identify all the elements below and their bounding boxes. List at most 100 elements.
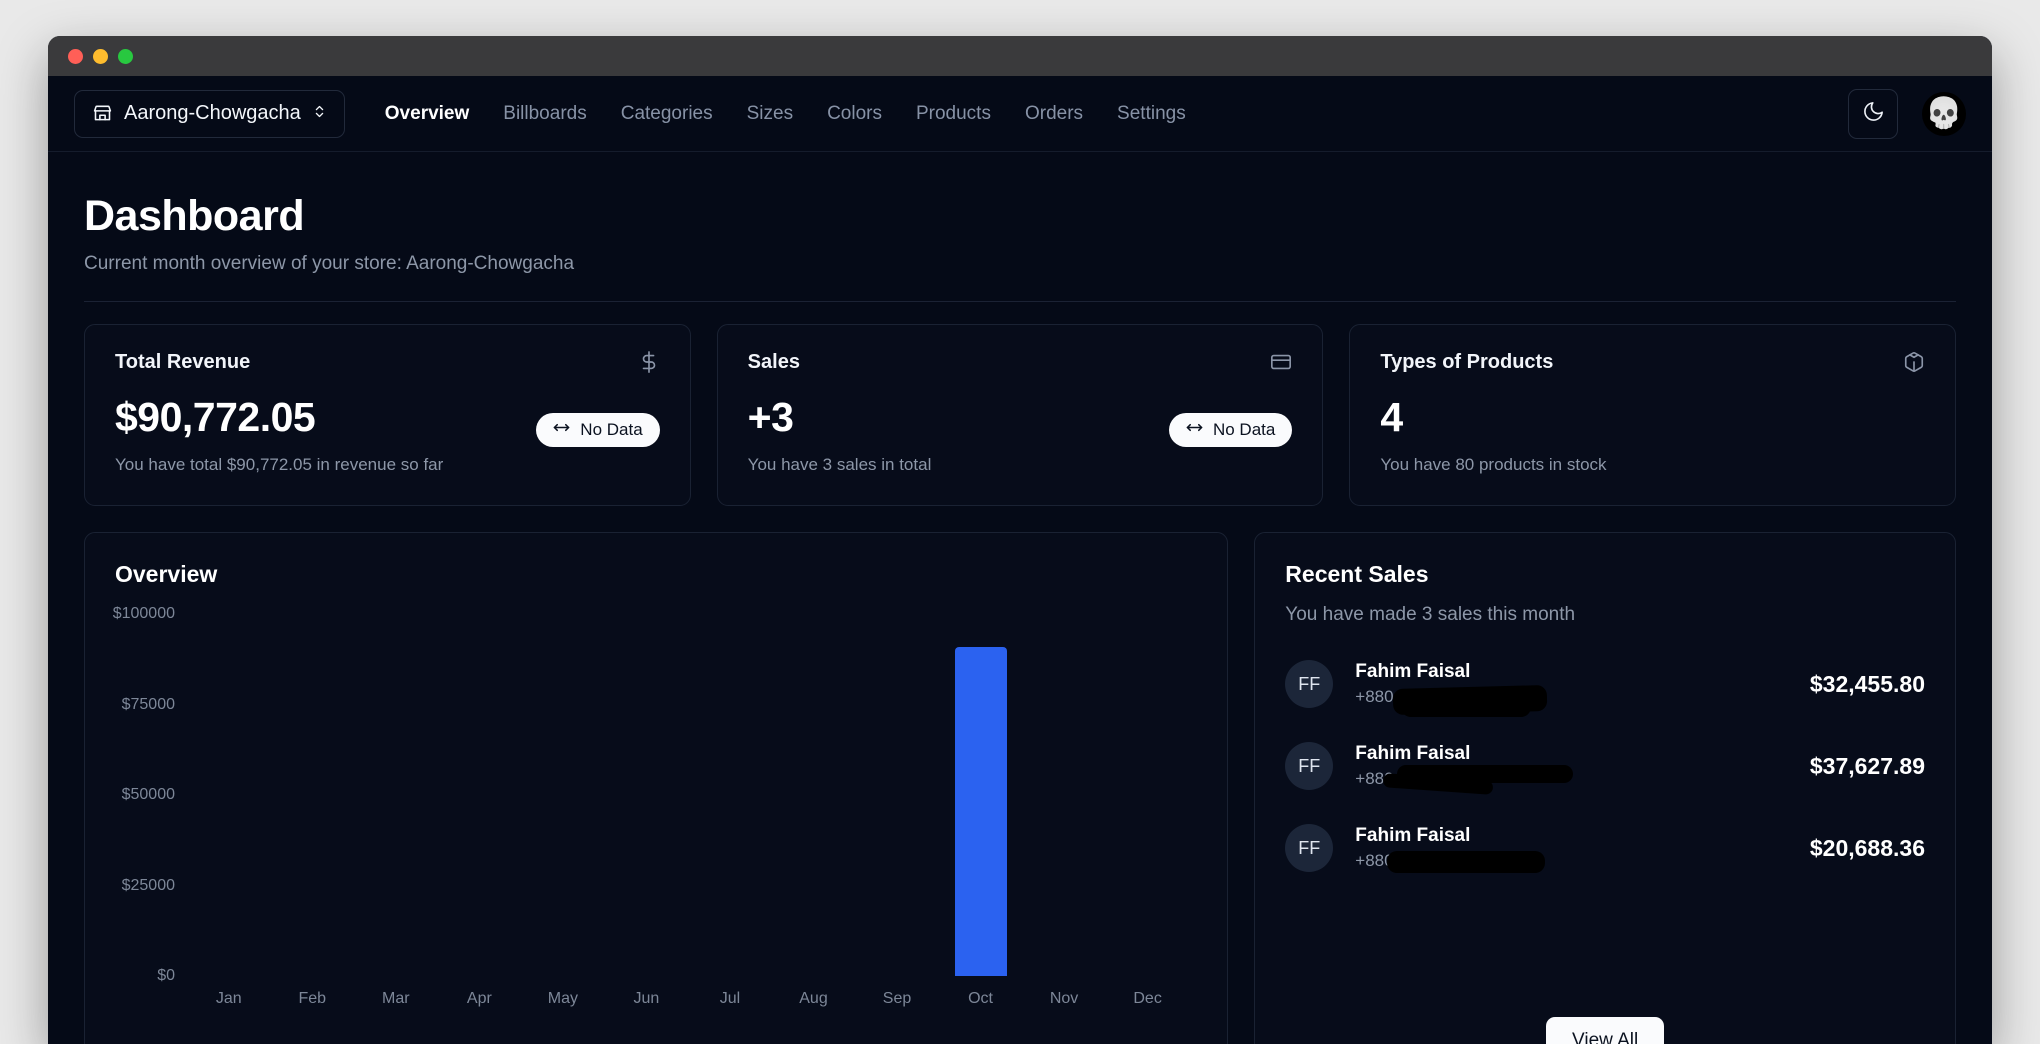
moon-icon [1862,100,1885,128]
stat-card-title: Types of Products [1380,351,1554,373]
y-axis-tick: $100000 [112,605,175,622]
move-horizontal-icon [553,419,570,441]
stat-card-title: Total Revenue [115,351,251,373]
x-axis-label: Jul [719,990,741,1007]
x-axis-label: Dec [1133,990,1162,1007]
stat-card-header: Sales [748,351,1293,378]
chart-bar-slot [939,614,1023,976]
stat-card-title: Sales [747,351,800,373]
dollar-sign-icon [638,351,660,378]
header-divider [84,301,1956,302]
list-item[interactable]: FF Fahim Faisal +880 $20,688.36 [1285,824,1925,873]
customer-name: Fahim Faisal [1355,743,1471,764]
nav-link-settings[interactable]: Settings [1117,103,1186,125]
close-window-button[interactable] [68,48,83,64]
browser-window: Aarong-Chowgacha Overview Billboards Cat… [48,36,1992,1044]
desktop-background: Aarong-Chowgacha Overview Billboards Cat… [0,0,2040,1044]
avatar: FF [1285,660,1334,708]
sale-amount: $37,627.89 [1809,752,1925,779]
x-axis-label: May [547,990,578,1007]
no-data-badge[interactable]: No Data [1168,413,1293,447]
dashboard-page: Dashboard Current month overview of your… [48,152,1992,1044]
x-axis-label: Sep [882,990,912,1007]
chart-bar-slot [187,614,271,976]
avatar: FF [1285,824,1334,872]
avatar: FF [1285,742,1334,790]
no-data-badge-label: No Data [580,420,643,439]
nav-link-overview[interactable]: Overview [385,103,470,125]
x-axis-label: Jan [215,990,242,1007]
package-icon [1903,351,1925,378]
view-all-button[interactable]: View All [1546,1017,1665,1044]
stat-card-header: Total Revenue [115,351,660,378]
nav-link-categories[interactable]: Categories [621,103,713,125]
stat-card-types-of-products: Types of Products 4 You have 80 products… [1349,324,1957,506]
no-data-badge[interactable]: No Data [536,413,660,447]
main-nav: Overview Billboards Categories Sizes Col… [385,103,1186,125]
overview-chart-panel: Overview $0 $25000 $50000 $75000 $100000… [84,532,1229,1044]
stat-card-description: You have 3 sales in total [747,455,932,474]
chart-x-axis-labels: Jan Feb Mar Apr May Jun Jul Aug Sep Oct Nov Dec [187,990,1189,1008]
recent-sales-list: FF Fahim Faisal +880 $32,455.80 FF Fahim… [1285,660,1925,873]
nav-link-orders[interactable]: Orders [1025,103,1083,125]
maximize-window-button[interactable] [118,48,133,64]
recent-sales-title: Recent Sales [1285,561,1429,587]
x-axis-label: Jun [633,990,660,1007]
x-axis-label: Mar [382,990,410,1007]
overview-bar-chart: $0 $25000 $50000 $75000 $100000 Jan Feb Ma… [113,605,1197,1014]
panels-row: Overview $0 $25000 $50000 $75000 $100000… [84,532,1956,1044]
customer-name: Fahim Faisal [1355,661,1471,682]
store-switcher-button[interactable]: Aarong-Chowgacha [74,89,345,138]
x-axis-label: Apr [466,990,492,1007]
chart-bar-slot [521,614,605,976]
store-switcher-label: Aarong-Chowgacha [124,102,301,124]
stat-card-value: 4 [1380,394,1403,440]
x-axis-label: Aug [799,990,828,1007]
stat-card-description: You have total $90,772.05 in revenue so … [115,455,444,474]
list-item[interactable]: FF Fahim Faisal +880 $32,455.80 [1285,660,1925,717]
chart-bar-slot [605,614,689,976]
overview-panel-title: Overview [115,561,218,587]
x-axis-label: Feb [298,990,327,1007]
recent-sales-panel: Recent Sales You have made 3 sales this … [1254,532,1956,1044]
user-avatar[interactable]: 💀 [1922,91,1966,136]
chart-bar-slot [354,614,438,976]
y-axis-tick: $25000 [121,876,175,894]
nav-link-colors[interactable]: Colors [827,103,882,125]
nav-link-billboards[interactable]: Billboards [503,103,586,125]
recent-sales-subtitle: You have made 3 sales this month [1285,604,1576,625]
sale-info: Fahim Faisal +880 [1355,661,1548,717]
view-all-wrapper: View All [1255,1017,1955,1044]
stat-cards-row: Total Revenue $90,772.05 You have total … [84,324,1957,506]
list-item[interactable]: FF Fahim Faisal +880 $37,627.89 [1285,742,1925,795]
sale-amount: $20,688.36 [1809,834,1925,861]
user-avatar-skull-icon: 💀 [1925,96,1963,130]
y-axis-tick: $0 [157,967,175,984]
chart-bar-slot [772,614,856,976]
stat-card-header: Types of Products [1380,351,1925,378]
y-axis-tick: $75000 [121,695,175,713]
move-horizontal-icon [1186,419,1203,441]
redaction-mark [1401,697,1532,717]
navbar-actions: 💀 [1848,88,1966,139]
sale-amount: $32,455.80 [1809,670,1925,697]
theme-toggle-button[interactable] [1848,88,1898,139]
app-navbar: Aarong-Chowgacha Overview Billboards Cat… [48,76,1992,152]
store-icon [92,103,113,124]
chart-bar[interactable] [954,647,1007,976]
no-data-badge-label: No Data [1212,420,1276,439]
nav-link-products[interactable]: Products [916,103,991,125]
stat-card-description: You have 80 products in stock [1380,455,1607,474]
chart-bar-slot [1022,614,1106,976]
x-axis-label: Nov [1049,990,1079,1007]
nav-link-sizes[interactable]: Sizes [747,103,793,125]
stat-card-total-revenue: Total Revenue $90,772.05 You have total … [84,324,691,506]
chevrons-up-down-icon [312,102,327,125]
chart-bar-slot [438,614,522,976]
minimize-window-button[interactable] [93,48,108,64]
redaction-mark [1387,851,1546,873]
window-titlebar [48,36,1992,76]
chart-bar-slot [688,614,772,976]
sale-info: Fahim Faisal +880 [1355,825,1546,873]
customer-name: Fahim Faisal [1355,825,1471,846]
